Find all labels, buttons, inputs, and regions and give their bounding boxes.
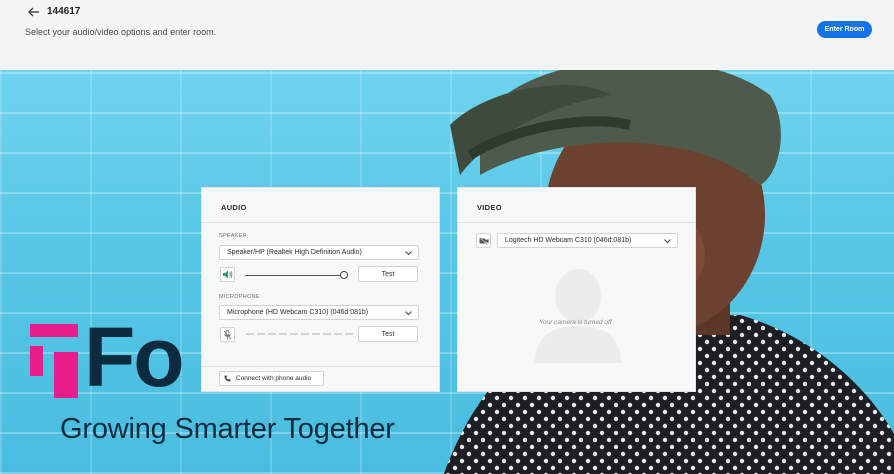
chevron-down-icon (405, 311, 412, 316)
camera-off-message: Your camera is turned off (539, 319, 612, 326)
speaker-volume-slider[interactable] (340, 271, 348, 279)
mic-muted-icon (223, 329, 232, 339)
enter-room-button[interactable]: Enter Room (817, 21, 872, 38)
level-segment (257, 333, 265, 335)
header-bar: 144617 Select your audio/video options a… (0, 0, 894, 70)
phone-icon (224, 375, 231, 382)
camera-off-icon (478, 236, 488, 245)
page-subtitle: Select your audio/video options and ente… (25, 27, 217, 37)
divider (458, 222, 695, 223)
phone-audio-button[interactable]: Connect with phone audio (219, 371, 324, 386)
level-segment (246, 333, 254, 335)
level-segment (345, 333, 353, 335)
room-id: 144617 (47, 6, 81, 17)
level-segment (323, 333, 331, 335)
back-button[interactable] (27, 5, 41, 19)
video-panel-title: VIDEO (477, 203, 502, 212)
chevron-down-icon (664, 239, 671, 244)
camera-placeholder-avatar (535, 269, 621, 363)
speaker-volume-icon (222, 270, 232, 279)
camera-toggle[interactable] (476, 233, 491, 248)
speaker-volume-track (245, 275, 343, 276)
speaker-select-value: Speaker/HP (Realtek High Definition Audi… (227, 249, 362, 256)
phone-audio-label: Connect with phone audio (236, 375, 312, 382)
divider (202, 222, 439, 223)
arrow-left-icon (28, 7, 39, 17)
speaker-mute-toggle[interactable] (220, 267, 235, 282)
camera-select[interactable]: Logitech HD Webcam C310 (046d:081b) (497, 233, 678, 248)
brand-logo-mark (30, 324, 78, 398)
level-segment (268, 333, 276, 335)
audio-panel: AUDIO SPEAKER Speaker/HP (Realtek High D… (201, 187, 440, 392)
level-segment (290, 333, 298, 335)
camera-select-value: Logitech HD Webcam C310 (046d:081b) (505, 237, 632, 244)
brand-tagline: Growing Smarter Together (60, 413, 395, 445)
level-segment (301, 333, 309, 335)
microphone-label: MICROPHONE (219, 294, 260, 300)
speaker-label: SPEAKER (219, 233, 248, 239)
speaker-select[interactable]: Speaker/HP (Realtek High Definition Audi… (219, 245, 419, 260)
chevron-down-icon (405, 251, 412, 256)
level-segment (279, 333, 287, 335)
microphone-mute-toggle[interactable] (220, 327, 235, 342)
microphone-select[interactable]: Microphone (HD Webcam C310) (046d:081b) (219, 305, 419, 320)
microphone-select-value: Microphone (HD Webcam C310) (046d:081b) (227, 309, 369, 316)
divider (202, 366, 439, 367)
speaker-test-button[interactable]: Test (358, 266, 418, 282)
audio-panel-title: AUDIO (221, 203, 247, 212)
microphone-test-button[interactable]: Test (358, 326, 418, 342)
level-segment (312, 333, 320, 335)
level-segment (334, 333, 342, 335)
